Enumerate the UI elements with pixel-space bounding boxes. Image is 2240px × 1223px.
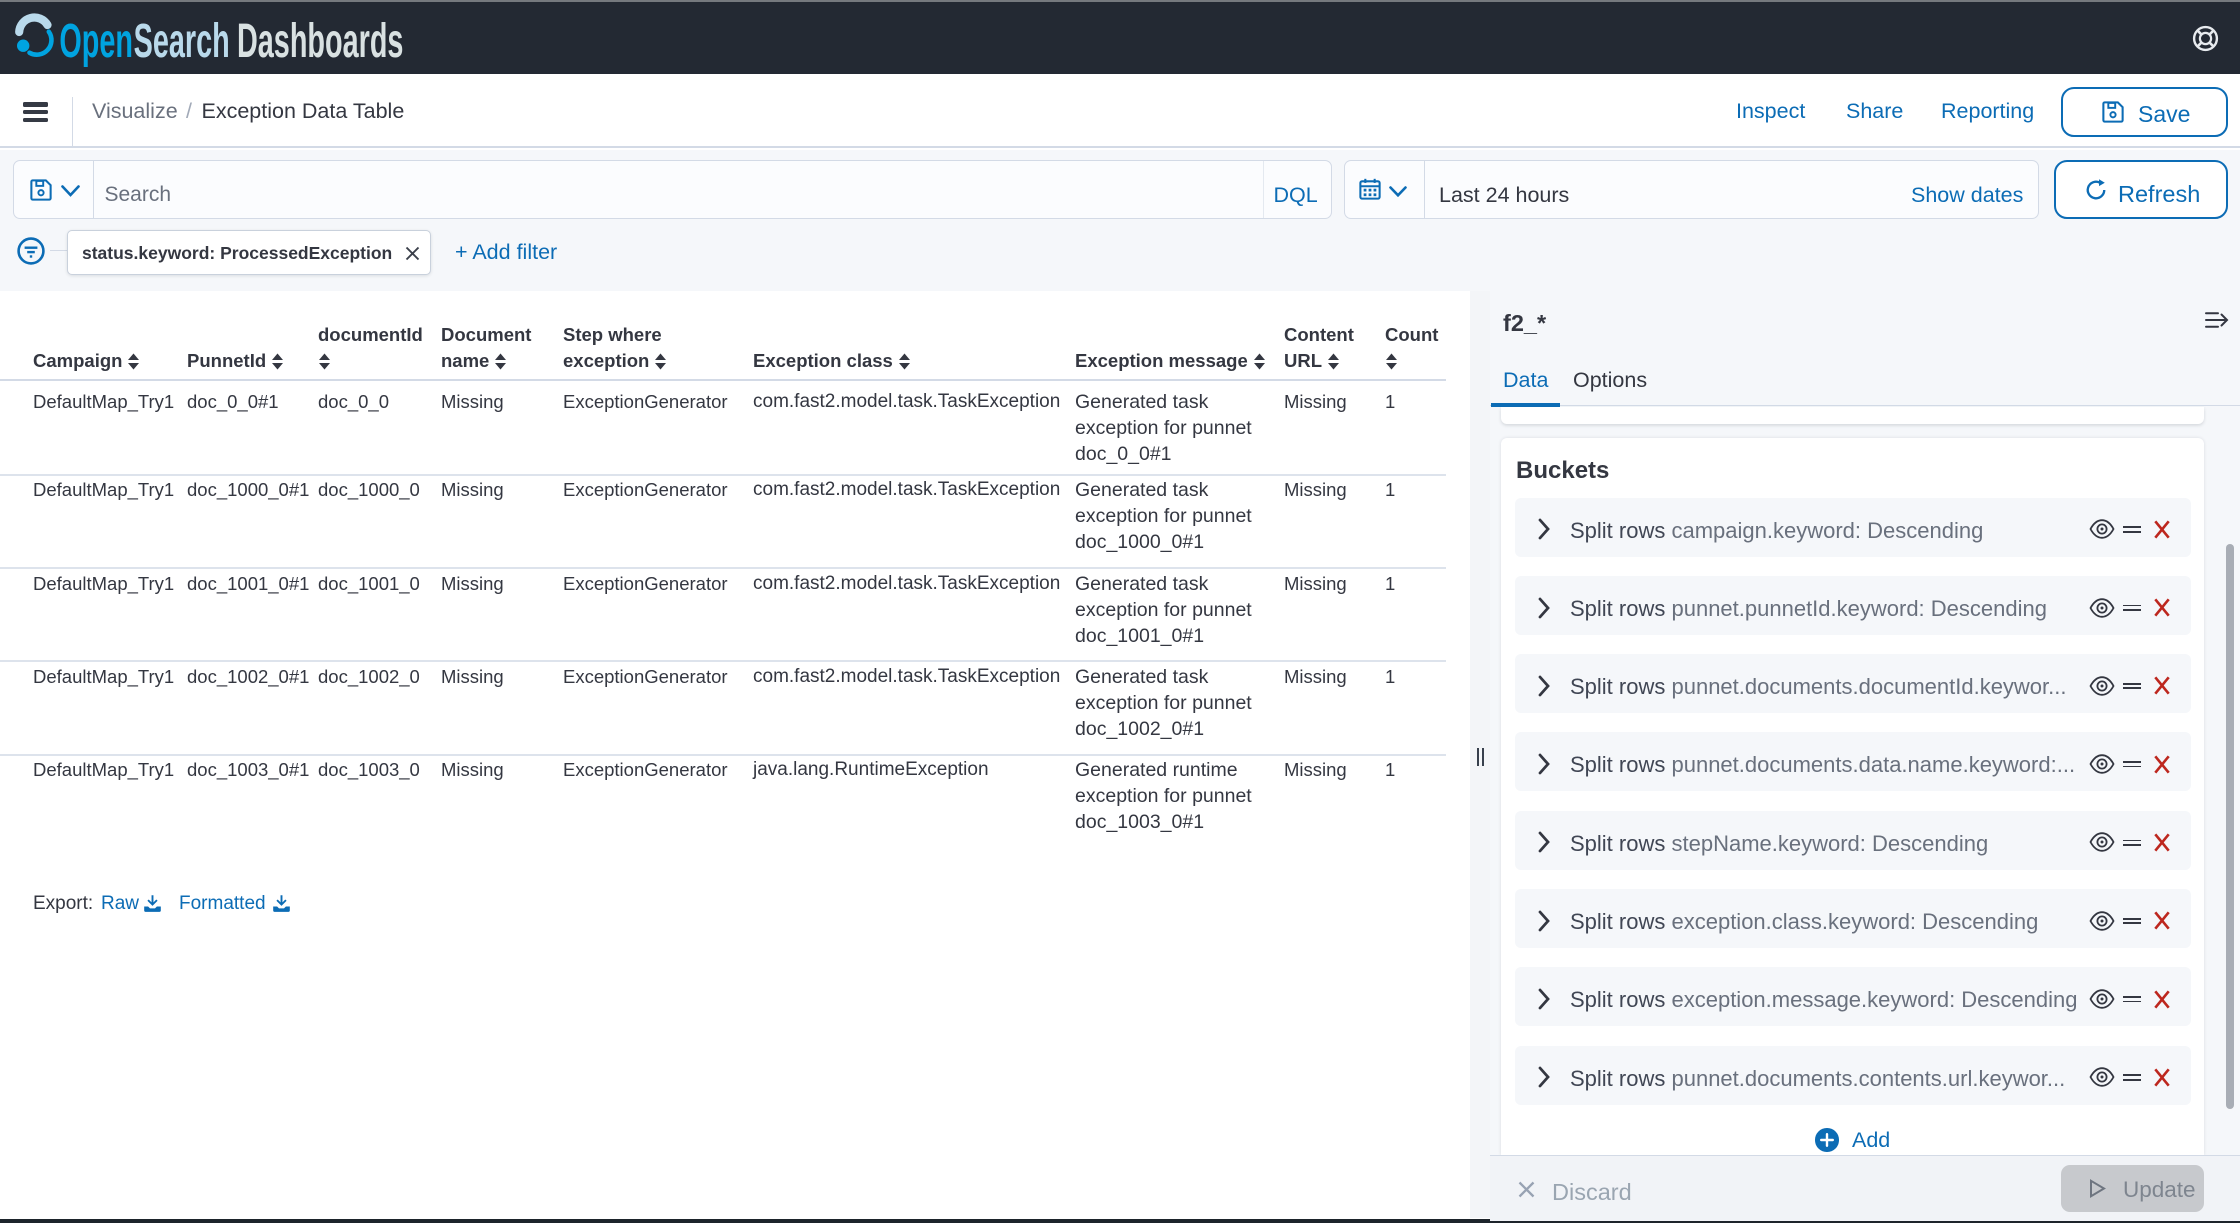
svg-text:Dashboards: Dashboards — [237, 14, 403, 67]
svg-text:Search: Search — [134, 14, 230, 67]
svg-text:Open: Open — [59, 14, 133, 67]
